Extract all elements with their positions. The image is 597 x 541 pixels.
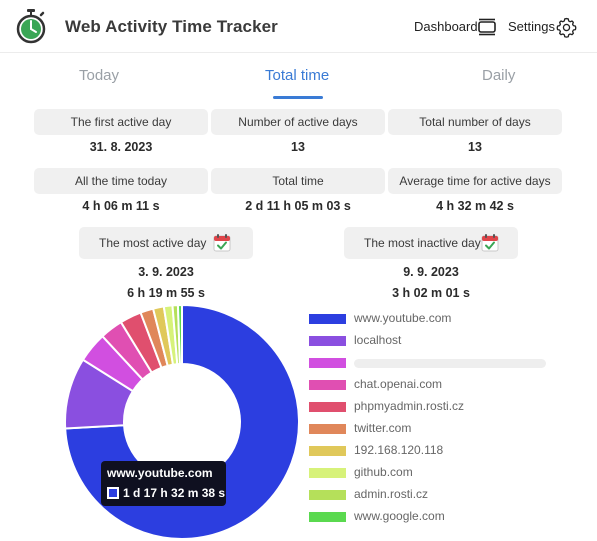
legend-label: github.com [354,465,413,479]
tab-daily[interactable]: Daily [482,67,515,84]
legend-swatch [309,446,346,456]
settings-link[interactable]: Settings [508,19,555,34]
legend-swatch [309,402,346,412]
legend-item[interactable]: 192.168.120.118 [309,441,559,459]
most-inactive-day-date: 9. 9. 2023 [403,265,459,279]
stat-average-time-label: Average time for active days [388,168,562,194]
stat-first-active-day-value: 31. 8. 2023 [89,140,153,154]
legend-swatch [309,468,346,478]
tooltip-title: www.youtube.com [107,466,213,480]
legend-swatch [309,336,346,346]
calendar-check-icon [213,234,231,252]
most-inactive-day-label-text: The most inactive day [364,236,481,250]
stat-today-label: All the time today [34,168,208,194]
legend-item[interactable]: www.youtube.com [309,309,559,327]
stat-total-time-label: Total time [211,168,385,194]
legend-swatch [309,490,346,500]
legend-swatch [309,424,346,434]
dashboard-link[interactable]: Dashboard [414,19,478,34]
stat-average-time-value: 4 h 32 m 42 s [436,199,514,213]
gear-icon[interactable] [556,17,577,38]
dashboard-icon[interactable] [477,17,497,37]
legend-swatch [309,512,346,522]
legend-label-redacted [354,359,546,368]
active-tab-indicator [273,96,323,99]
legend-item[interactable]: github.com [309,463,559,481]
calendar-check-icon [481,234,499,252]
legend-label: phpmyadmin.rosti.cz [354,399,465,413]
legend-swatch [309,314,346,324]
legend-label: www.google.com [354,509,445,523]
legend-swatch [309,380,346,390]
view-tabs: Today Total time Daily [0,58,597,100]
stat-today-value: 4 h 06 m 11 s [82,199,160,213]
stat-active-days-label: Number of active days [211,109,385,135]
legend-item[interactable]: www.google.com [309,507,559,525]
app-header: Web Activity Time Tracker Dashboard Sett… [0,0,597,53]
stat-total-time-value: 2 d 11 h 05 m 03 s [245,199,351,213]
most-inactive-day-label: The most inactive day [344,227,518,259]
legend-label: twitter.com [354,421,412,435]
most-inactive-day-time: 3 h 02 m 01 s [392,286,470,300]
most-active-day-label-text: The most active day [99,236,207,250]
stat-first-active-day-label: The first active day [34,109,208,135]
tab-today[interactable]: Today [79,67,119,84]
legend-item[interactable] [309,353,559,371]
legend-label: localhost [354,333,402,347]
legend-label: admin.rosti.cz [354,487,429,501]
legend-swatch [309,358,346,368]
legend-item[interactable]: chat.openai.com [309,375,559,393]
legend-item[interactable]: localhost [309,331,559,349]
tab-total-time[interactable]: Total time [265,67,329,84]
stat-total-days-label: Total number of days [388,109,562,135]
tooltip-color-swatch [107,487,119,499]
most-active-day-time: 6 h 19 m 55 s [127,286,205,300]
stat-total-days-value: 13 [468,140,482,154]
legend-label: chat.openai.com [354,377,443,391]
legend-label: 192.168.120.118 [354,443,444,457]
stat-active-days-value: 13 [291,140,305,154]
tooltip-value: 1 d 17 h 32 m 38 s [123,486,226,500]
legend-item[interactable]: admin.rosti.cz [309,485,559,503]
chart-tooltip: www.youtube.com 1 d 17 h 32 m 38 s [101,461,226,506]
legend-item[interactable]: phpmyadmin.rosti.cz [309,397,559,415]
most-active-day-label: The most active day [79,227,253,259]
stopwatch-logo-icon [16,9,46,44]
legend-label: www.youtube.com [354,311,452,325]
legend-item[interactable]: twitter.com [309,419,559,437]
most-active-day-date: 3. 9. 2023 [138,265,194,279]
app-title: Web Activity Time Tracker [65,17,278,36]
